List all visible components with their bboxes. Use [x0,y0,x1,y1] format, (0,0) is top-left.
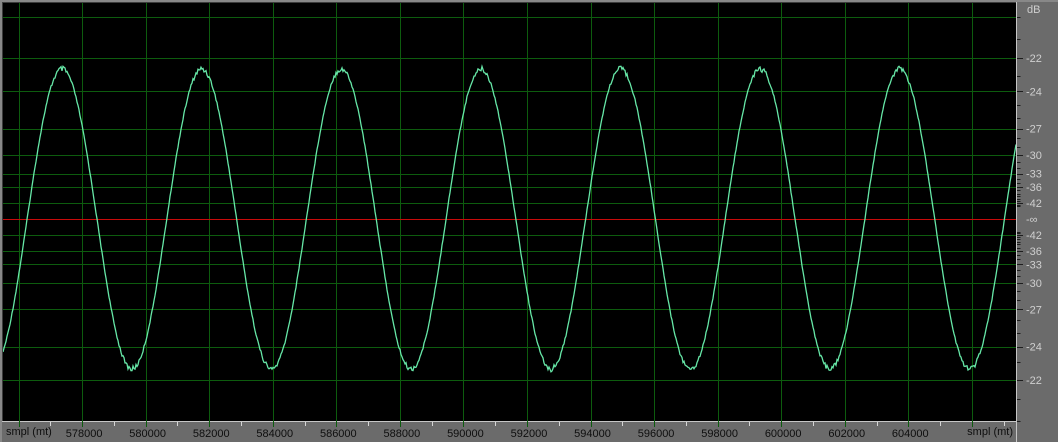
window-border-top [0,0,1058,2]
audio-waveform-window: dB smpl (mt) smpl (mt) 578000 580000 58200… [0,0,1058,442]
db-ruler[interactable] [1016,0,1058,442]
window-border-left [0,0,2,442]
sample-ruler[interactable] [0,421,1016,442]
waveform-display[interactable] [2,2,1016,421]
